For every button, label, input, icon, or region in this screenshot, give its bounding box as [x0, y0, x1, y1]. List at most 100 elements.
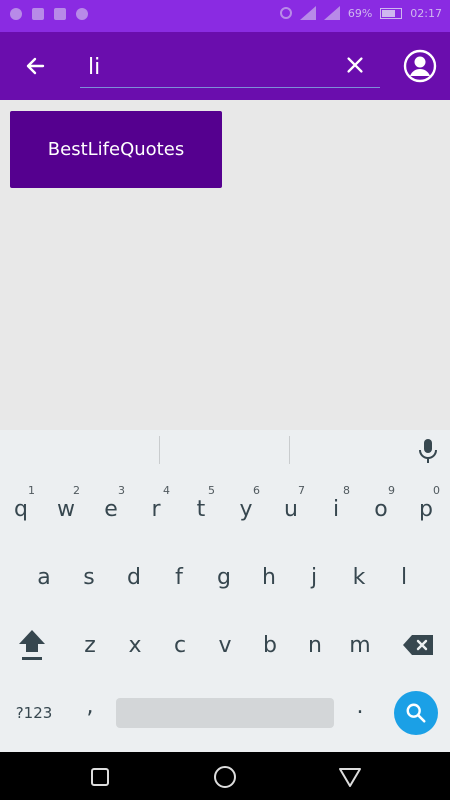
system-icons: 69% 02:17 — [279, 6, 442, 20]
backspace-icon — [403, 635, 433, 655]
key-t[interactable]: 5t — [181, 476, 221, 534]
key-v[interactable]: v — [205, 616, 245, 674]
battery-icon — [380, 7, 403, 19]
clear-search-button[interactable] — [340, 50, 370, 80]
key-a[interactable]: a — [24, 548, 64, 606]
backspace-key[interactable] — [388, 616, 448, 674]
key-g[interactable]: g — [204, 548, 244, 606]
key-number-hint: 7 — [298, 484, 305, 497]
voice-input-button[interactable] — [412, 434, 444, 468]
key-number-hint: 5 — [208, 484, 215, 497]
key-m[interactable]: m — [340, 616, 380, 674]
key-label: i — [332, 496, 340, 522]
key-label: m — [349, 632, 371, 658]
symbols-key[interactable]: ?123 — [8, 698, 60, 728]
home-button[interactable] — [212, 764, 238, 790]
period-key[interactable]: . — [340, 684, 380, 728]
key-label: s — [83, 564, 95, 590]
key-k[interactable]: k — [339, 548, 379, 606]
alarm-icon — [279, 7, 292, 19]
search-input[interactable] — [88, 52, 328, 82]
signal-icon-2 — [323, 6, 340, 20]
key-number-hint: 0 — [433, 484, 440, 497]
key-u[interactable]: 7u — [271, 476, 311, 534]
suggestion-divider — [289, 436, 290, 464]
key-label: k — [352, 564, 366, 590]
arrow-left-icon — [26, 57, 45, 75]
microphone-icon — [419, 439, 437, 463]
key-y[interactable]: 6y — [226, 476, 266, 534]
square-icon — [91, 768, 109, 786]
key-e[interactable]: 3e — [91, 476, 131, 534]
key-label: f — [175, 564, 183, 590]
key-number-hint: 1 — [28, 484, 35, 497]
battery-percent: 69% — [347, 6, 373, 20]
close-icon — [347, 57, 363, 73]
key-label: , — [86, 693, 94, 719]
key-number-hint: 6 — [253, 484, 260, 497]
key-label: g — [217, 564, 231, 590]
back-nav-button[interactable] — [337, 764, 363, 790]
recent-apps-button[interactable] — [87, 764, 113, 790]
key-j[interactable]: j — [294, 548, 334, 606]
key-label: c — [173, 632, 187, 658]
key-label: o — [374, 496, 388, 522]
suggestion-strip — [0, 430, 450, 472]
image-icon — [32, 8, 44, 20]
shift-icon — [19, 630, 45, 660]
key-z[interactable]: z — [70, 616, 110, 674]
key-p[interactable]: 0p — [406, 476, 446, 534]
key-label: t — [196, 496, 206, 522]
key-label: q — [14, 496, 28, 522]
key-w[interactable]: 2w — [46, 476, 86, 534]
key-number-hint: 8 — [343, 484, 350, 497]
key-label: h — [262, 564, 276, 590]
key-h[interactable]: h — [249, 548, 289, 606]
key-number-hint: 2 — [73, 484, 80, 497]
key-label: d — [127, 564, 141, 590]
key-label: v — [218, 632, 232, 658]
key-q[interactable]: 1q — [1, 476, 41, 534]
key-label: y — [239, 496, 253, 522]
space-key[interactable] — [116, 698, 334, 728]
back-button[interactable] — [18, 49, 52, 83]
key-n[interactable]: n — [295, 616, 335, 674]
key-label: z — [84, 632, 96, 658]
key-f[interactable]: f — [159, 548, 199, 606]
triangle-icon — [339, 768, 361, 787]
status-bar: 69% 02:17 — [0, 0, 450, 32]
key-label: r — [151, 496, 161, 522]
key-label: l — [400, 564, 408, 590]
key-d[interactable]: d — [114, 548, 154, 606]
key-label: p — [419, 496, 433, 522]
symbols-key-label: ?123 — [15, 704, 53, 722]
result-item-label: BestLifeQuotes — [47, 139, 185, 160]
key-l[interactable]: l — [384, 548, 424, 606]
app-bar — [0, 32, 450, 100]
key-b[interactable]: b — [250, 616, 290, 674]
key-label: a — [37, 564, 51, 590]
account-circle-icon — [403, 49, 437, 83]
key-s[interactable]: s — [69, 548, 109, 606]
key-c[interactable]: c — [160, 616, 200, 674]
search-field — [80, 46, 380, 88]
shift-key[interactable] — [2, 616, 62, 674]
key-i[interactable]: 8i — [316, 476, 356, 534]
key-r[interactable]: 4r — [136, 476, 176, 534]
circle-icon — [214, 766, 236, 788]
navigation-bar — [0, 752, 450, 800]
key-label: . — [356, 693, 364, 719]
keyboard-search-key[interactable] — [394, 691, 438, 735]
shield-icon — [10, 8, 22, 20]
key-label: x — [128, 632, 142, 658]
key-label: j — [310, 564, 318, 590]
key-x[interactable]: x — [115, 616, 155, 674]
comma-key[interactable]: , — [70, 684, 110, 728]
key-number-hint: 3 — [118, 484, 125, 497]
result-item[interactable]: BestLifeQuotes — [10, 111, 222, 188]
key-label: b — [263, 632, 277, 658]
account-button[interactable] — [402, 48, 438, 84]
key-o[interactable]: 9o — [361, 476, 401, 534]
soft-keyboard: 1q 2w 3e 4r 5t 6y 7u 8i 9o 0p a s d f g … — [0, 472, 450, 752]
notification-icons — [10, 8, 88, 20]
